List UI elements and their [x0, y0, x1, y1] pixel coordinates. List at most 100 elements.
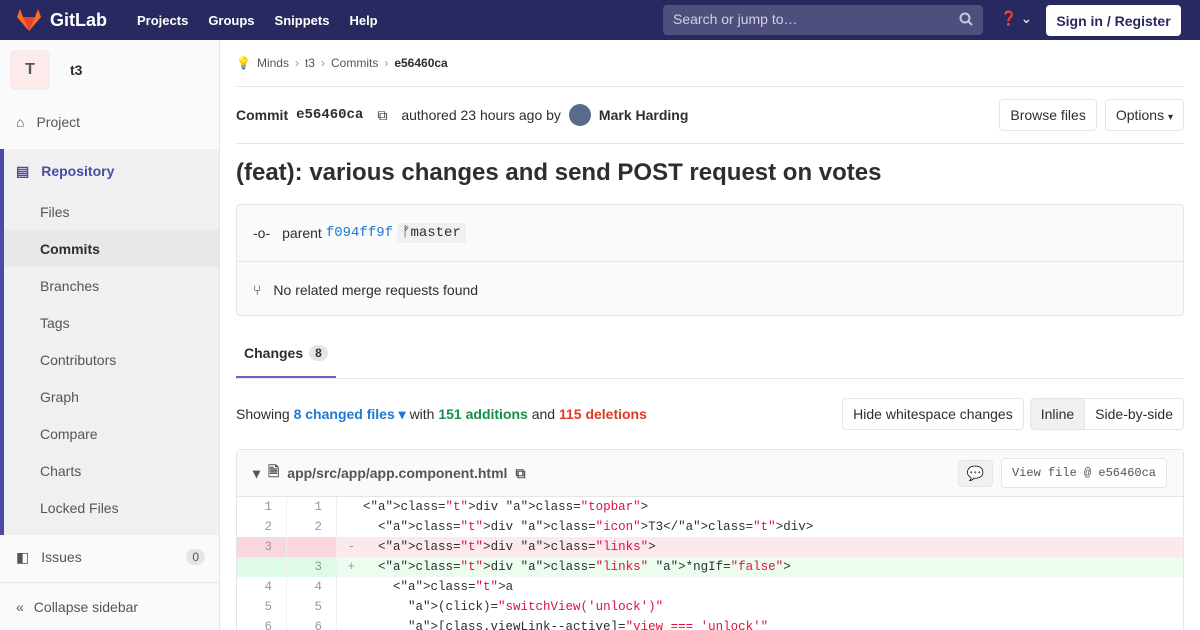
parent-label: parent [282, 225, 322, 241]
diff-lines: 11 <"a">class="t">div "a">class="topbar"… [237, 497, 1183, 630]
sign-in-button[interactable]: Sign in / Register [1046, 5, 1181, 36]
nav-projects[interactable]: Projects [127, 13, 198, 28]
collapse-caret-icon[interactable]: ▾ [253, 465, 260, 482]
sidebar-sub-contributors[interactable]: Contributors [4, 341, 219, 378]
old-line-number[interactable]: 2 [237, 517, 287, 537]
help-menu[interactable]: ❓ ⌄ [1000, 10, 1032, 27]
old-line-number[interactable]: 3 [237, 537, 287, 557]
collapse-label: Collapse sidebar [33, 598, 139, 615]
sidebar-item-issues[interactable]: ◧ Issues 0 [0, 535, 219, 579]
changed-files-dropdown[interactable]: 8 changed files ▾ [294, 406, 406, 423]
diff-sign [337, 617, 355, 630]
sidebar-sub-compare[interactable]: Compare [4, 415, 219, 452]
sidebar-sub-locked-files[interactable]: Locked Files [4, 489, 219, 526]
breadcrumb-commits[interactable]: Commits [331, 56, 378, 70]
old-line-number[interactable]: 1 [237, 497, 287, 517]
diff-code: <"a">class="t">div "a">class="icon">T3</… [363, 520, 814, 534]
hide-whitespace-button[interactable]: Hide whitespace changes [842, 398, 1024, 430]
sidebar-item-project[interactable]: ⌂ Project [0, 100, 219, 144]
breadcrumb-minds[interactable]: Minds [257, 56, 289, 70]
sidebar-sub-graph[interactable]: Graph [4, 378, 219, 415]
sidebar-sub-tags[interactable]: Tags [4, 304, 219, 341]
new-line-number[interactable]: 4 [287, 577, 337, 597]
new-line-number[interactable]: 3 [287, 557, 337, 577]
breadcrumb-current[interactable]: e56460ca [394, 56, 447, 70]
old-line-number[interactable]: 5 [237, 597, 287, 617]
parent-sha-link[interactable]: f094ff9f [326, 225, 393, 241]
search-input[interactable]: Search or jump to… [663, 5, 983, 35]
doc-icon: ▤ [16, 162, 30, 179]
issues-count-badge: 0 [186, 549, 205, 565]
diff-code: "a">(click)="switchView('unlock')" [408, 600, 664, 614]
double-chevron-left-icon: « [16, 598, 24, 615]
gitlab-logo[interactable]: GitLab [16, 8, 107, 32]
author-name[interactable]: Mark Harding [599, 107, 688, 123]
sidebar-section-repository: ▤ Repository Files Commits Branches Tags… [0, 149, 219, 535]
diff-sign: + [347, 560, 355, 574]
author-avatar[interactable] [568, 104, 591, 126]
old-line-number[interactable] [237, 557, 287, 577]
breadcrumb: 💡 Minds › t3 › Commits › e56460ca [236, 40, 1184, 87]
sidebar-sub-files[interactable]: Files [4, 193, 219, 230]
additions-count: 151 additions [438, 406, 528, 422]
copy-path-icon[interactable]: ⧉ [515, 465, 525, 482]
parent-row: -o- parent f094ff9f ᚠmaster [237, 205, 1183, 261]
main-content: 💡 Minds › t3 › Commits › e56460ca Commit e5… [236, 40, 1184, 630]
merge-request-icon: ⑂ [253, 281, 262, 298]
top-navbar: GitLab Projects Groups Snippets Help Sea… [0, 0, 1200, 40]
diff-sign [337, 497, 355, 517]
new-line-number[interactable]: 1 [287, 497, 337, 517]
breadcrumb-t3[interactable]: t3 [305, 56, 315, 70]
merge-request-text: No related merge requests found [273, 281, 479, 298]
sidebar-sub-commits[interactable]: Commits [4, 230, 219, 267]
collapse-sidebar-button[interactable]: « Collapse sidebar [0, 582, 219, 630]
file-icon: 🗎 [268, 463, 280, 479]
diff-code: <"a">class="t">a [363, 580, 514, 594]
branch-badge[interactable]: ᚠmaster [397, 223, 466, 243]
branch-name: master [410, 225, 461, 241]
old-line-number[interactable]: 6 [237, 617, 287, 630]
caret-down-icon: ▾ [398, 405, 406, 422]
gitlab-tanuki-icon [17, 9, 41, 31]
side-by-side-button[interactable]: Side-by-side [1084, 398, 1184, 430]
file-path[interactable]: app/src/app/app.component.html [287, 465, 507, 481]
diff-line: 3 + <"a">class="t">div "a">class="links" … [237, 557, 1183, 577]
sidebar-item-repository[interactable]: ▤ Repository [4, 149, 219, 193]
sidebar-sub-charts[interactable]: Charts [4, 452, 219, 489]
nav-snippets[interactable]: Snippets [265, 13, 340, 28]
nav-groups[interactable]: Groups [198, 13, 264, 28]
tab-changes[interactable]: Changes 8 [236, 345, 336, 378]
sidebar-sub-branches[interactable]: Branches [4, 267, 219, 304]
diff-code: <"a">class="t">div "a">class="links"> [363, 540, 656, 554]
comment-icon[interactable]: 💬 [957, 459, 993, 487]
search-icon [959, 12, 973, 26]
diff-line: 55 "a">(click)="switchView('unlock')" [237, 597, 1183, 617]
new-line-number[interactable]: 6 [287, 617, 337, 630]
diff-file-header: ▾ 🗎 app/src/app/app.component.html ⧉ 💬 V… [237, 450, 1183, 497]
project-header[interactable]: T t3 [0, 40, 219, 100]
commit-node-icon: -o- [253, 225, 271, 241]
project-name: t3 [70, 62, 83, 78]
home-icon: ⌂ [16, 114, 25, 130]
view-file-button[interactable]: View file @ e56460ca [1000, 458, 1167, 488]
diff-code: <"a">class="t">div "a">class="links" "a"… [363, 560, 791, 574]
commit-header: Commit e56460ca ⧉ authored 23 hours ago … [236, 87, 1184, 144]
options-button[interactable]: Options ▾ [1104, 99, 1184, 131]
diff-line: 22 <"a">class="t">div "a">class="icon">T… [237, 517, 1183, 537]
brand-name: GitLab [50, 9, 107, 30]
old-line-number[interactable]: 4 [237, 577, 287, 597]
changes-count-badge: 8 [309, 345, 328, 361]
new-line-number[interactable] [287, 537, 337, 557]
commit-info-box: -o- parent f094ff9f ᚠmaster ⑂ No related… [236, 204, 1184, 316]
inline-view-button[interactable]: Inline [1029, 398, 1086, 430]
copy-icon[interactable]: ⧉ [377, 107, 387, 124]
new-line-number[interactable]: 5 [287, 597, 337, 617]
breadcrumb-separator: › [294, 56, 299, 70]
tab-label: Changes [244, 345, 304, 361]
diff-sign [337, 517, 355, 537]
browse-files-button[interactable]: Browse files [999, 99, 1097, 131]
sidebar-item-label: Project [36, 114, 81, 130]
nav-help[interactable]: Help [339, 13, 387, 28]
new-line-number[interactable]: 2 [287, 517, 337, 537]
changed-files-label: 8 changed files [293, 405, 395, 422]
